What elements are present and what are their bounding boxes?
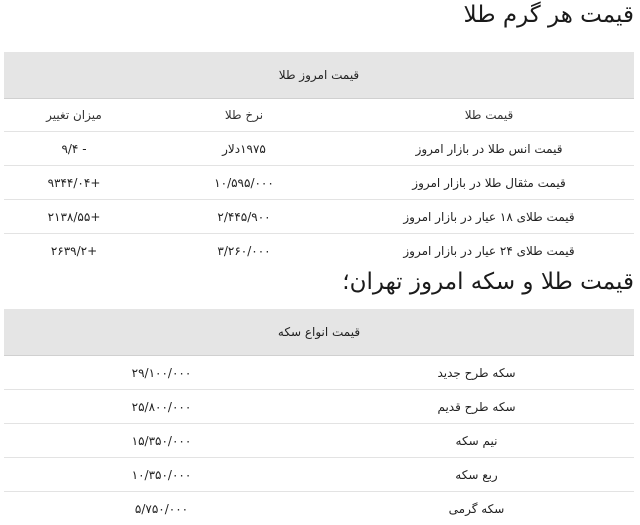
gold-item-rate: ۲/۴۴۵/۹۰۰ [144, 200, 344, 234]
table-row: قیمت انس طلا در بازار امروز ۱۹۷۵دلار - ۹… [4, 132, 634, 166]
table-row: ربع سکه ۱۰/۳۵۰/۰۰۰ [4, 458, 634, 492]
coin-price: ۲۵/۸۰۰/۰۰۰ [4, 390, 319, 424]
gold-price-table: قیمت امروز طلا قیمت طلا نرخ طلا میزان تغ… [4, 52, 634, 267]
gold-item-change: +۲۱۳۸/۵۵ [4, 200, 144, 234]
gold-item-name: قیمت انس طلا در بازار امروز [344, 132, 634, 166]
column-header-change: میزان تغییر [4, 99, 144, 132]
gold-gram-price-heading: قیمت هر گرم طلا [4, 0, 634, 52]
coin-price-table-caption: قیمت انواع سکه [4, 309, 634, 356]
gold-price-table-header-row: قیمت طلا نرخ طلا میزان تغییر [4, 99, 634, 132]
table-row: سکه طرح جدید ۲۹/۱۰۰/۰۰۰ [4, 356, 634, 390]
coin-price-table: قیمت انواع سکه سکه طرح جدید ۲۹/۱۰۰/۰۰۰ س… [4, 309, 634, 525]
table-row: قیمت مثقال طلا در بازار امروز ۱۰/۵۹۵/۰۰۰… [4, 166, 634, 200]
gold-item-rate: ۱۹۷۵دلار [144, 132, 344, 166]
coin-name: سکه طرح جدید [319, 356, 634, 390]
gold-item-change: +۲۶۳۹/۲ [4, 234, 144, 268]
coin-name: سکه گرمی [319, 492, 634, 525]
coin-name: سکه طرح قدیم [319, 390, 634, 424]
column-header-gold-rate: نرخ طلا [144, 99, 344, 132]
gold-item-change: +۹۳۴۴/۰۴ [4, 166, 144, 200]
article-content: قیمت هر گرم طلا قیمت امروز طلا قیمت طلا … [4, 0, 634, 525]
table-row: نیم سکه ۱۵/۳۵۰/۰۰۰ [4, 424, 634, 458]
table-row: سکه طرح قدیم ۲۵/۸۰۰/۰۰۰ [4, 390, 634, 424]
gold-item-name: قیمت مثقال طلا در بازار امروز [344, 166, 634, 200]
coin-price: ۱۰/۳۵۰/۰۰۰ [4, 458, 319, 492]
coin-name: ربع سکه [319, 458, 634, 492]
column-header-gold-price: قیمت طلا [344, 99, 634, 132]
gold-item-name: قیمت طلای ۲۴ عیار در بازار امروز [344, 234, 634, 268]
coin-price: ۱۵/۳۵۰/۰۰۰ [4, 424, 319, 458]
table-row: سکه گرمی ۵/۷۵۰/۰۰۰ [4, 492, 634, 525]
gold-item-change: - ۹/۴ [4, 132, 144, 166]
table-row: قیمت طلای ۲۴ عیار در بازار امروز ۳/۲۶۰/۰… [4, 234, 634, 268]
gold-item-rate: ۳/۲۶۰/۰۰۰ [144, 234, 344, 268]
gold-price-table-caption: قیمت امروز طلا [4, 52, 634, 99]
coin-name: نیم سکه [319, 424, 634, 458]
coin-price: ۵/۷۵۰/۰۰۰ [4, 492, 319, 525]
table-row: قیمت طلای ۱۸ عیار در بازار امروز ۲/۴۴۵/۹… [4, 200, 634, 234]
coin-price: ۲۹/۱۰۰/۰۰۰ [4, 356, 319, 390]
gold-item-name: قیمت طلای ۱۸ عیار در بازار امروز [344, 200, 634, 234]
gold-item-rate: ۱۰/۵۹۵/۰۰۰ [144, 166, 344, 200]
tehran-gold-coin-price-heading: قیمت طلا و سکه امروز تهران؛ [4, 267, 634, 309]
